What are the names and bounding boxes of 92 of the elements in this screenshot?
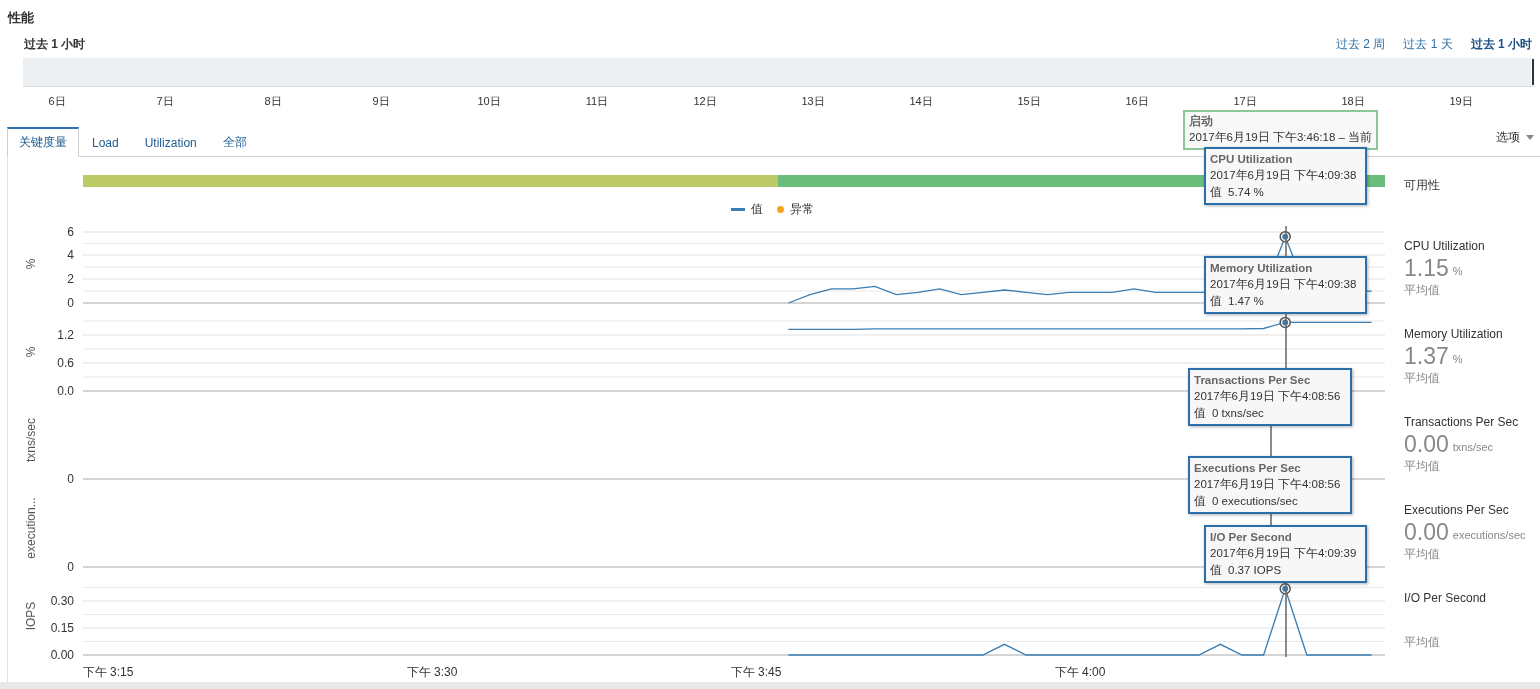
date-label: 14日: [909, 93, 933, 109]
date-label: 17日: [1233, 93, 1257, 109]
options-menu[interactable]: 选项: [1496, 122, 1540, 152]
date-label: 6日: [48, 93, 66, 109]
y-tick-label: 0.00: [50, 648, 74, 662]
tab[interactable]: Load: [79, 127, 132, 157]
metric-caption: 平均值: [1404, 370, 1441, 386]
metric-name: CPU Utilization: [1404, 238, 1486, 254]
y-tick-label: 0: [67, 472, 74, 486]
metric-name: Transactions Per Sec: [1404, 414, 1520, 430]
y-tick-label: 0.30: [50, 594, 74, 608]
tooltip-title: I/O Per Second: [1210, 530, 1293, 545]
metric-caption: 平均值: [1404, 458, 1441, 474]
tooltip-value: 0 txns/sec: [1212, 406, 1264, 421]
tab[interactable]: 关键度量: [7, 127, 79, 157]
axis-title: execution...: [24, 497, 38, 559]
tab[interactable]: Utilization: [131, 127, 210, 157]
date-label: 16日: [1125, 93, 1149, 109]
legend-label: 值: [750, 201, 763, 218]
availability-label: 可用性: [1404, 178, 1440, 192]
tooltip-text: 2017年6月19日 下午3:46:18 – 当前: [1189, 130, 1372, 145]
y-tick-label: 0.6: [57, 356, 74, 370]
tab[interactable]: 全部: [209, 127, 260, 157]
tooltip-title: Transactions Per Sec: [1194, 373, 1312, 388]
axis-title: txns/sec: [24, 418, 38, 462]
date-label: 10日: [477, 93, 501, 109]
tooltip-time: 2017年6月19日 下午4:08:56: [1194, 389, 1342, 404]
y-tick-label: 0: [67, 560, 74, 574]
metric-value: 1.37: [1404, 342, 1449, 370]
y-tick-label: 0: [67, 296, 74, 310]
tooltip-time: 2017年6月19日 下午4:09:38: [1210, 168, 1358, 183]
x-tick-label: 下午 3:30: [406, 665, 458, 679]
metric-name: Executions Per Sec: [1404, 502, 1510, 518]
y-tick-label: 0.15: [50, 621, 74, 635]
metric-unit: %: [1452, 352, 1463, 365]
tooltip-value: 5.74 %: [1228, 185, 1264, 200]
metric-caption: 平均值: [1404, 546, 1441, 562]
tooltip-value-label: 值: [1210, 563, 1222, 578]
tooltip-time: 2017年6月19日 下午4:09:38: [1210, 277, 1358, 292]
date-label: 12日: [693, 93, 717, 109]
tooltip-time: 2017年6月19日 下午4:08:56: [1194, 477, 1342, 492]
date-label: 7日: [156, 93, 174, 109]
metric-value: 0.00: [1404, 430, 1449, 458]
y-tick-label: 4: [67, 248, 74, 262]
date-label: 11日: [585, 93, 609, 109]
x-tick-label: 下午 3:45: [730, 665, 782, 679]
tooltip-title: 启动: [1189, 113, 1214, 129]
page-title: 性能: [8, 9, 35, 27]
metric-name: Memory Utilization: [1404, 326, 1504, 342]
y-tick-label: 2: [67, 272, 74, 286]
range-link[interactable]: 过去 2 周: [1335, 35, 1386, 53]
y-tick-label: 0.0: [57, 384, 74, 398]
y-tick-label: 1.2: [57, 328, 74, 342]
tooltip-time: 2017年6月19日 下午4:09:39: [1210, 546, 1358, 561]
metric-unit: %: [1452, 264, 1463, 277]
point-marker: [1279, 230, 1291, 243]
range-label: 过去 1 小时: [24, 35, 86, 53]
date-label: 13日: [801, 93, 825, 109]
tooltip-title: CPU Utilization: [1210, 152, 1294, 167]
legend-label: 异常: [789, 201, 814, 218]
axis-title: %: [24, 258, 38, 270]
date-label: 15日: [1017, 93, 1041, 109]
x-tick-label: 下午 4:00: [1054, 665, 1106, 679]
point-marker: [1279, 316, 1291, 329]
tooltip-value-label: 值: [1194, 494, 1206, 509]
metric-unit: txns/sec: [1452, 440, 1494, 453]
date-label: 9日: [372, 93, 390, 109]
tooltip-value: 0 executions/sec: [1212, 494, 1298, 509]
caret-icon: [1526, 134, 1534, 140]
tooltip-value-label: 值: [1210, 294, 1222, 309]
tooltip-value-label: 值: [1194, 406, 1206, 421]
metric-name: I/O Per Second: [1404, 590, 1488, 606]
date-label: 18日: [1341, 93, 1365, 109]
metric-unit: executions/sec: [1452, 528, 1526, 541]
x-tick-label: 下午 3:15: [82, 665, 134, 679]
tooltip-title: Memory Utilization: [1210, 261, 1314, 276]
range-handle[interactable]: [1531, 58, 1535, 86]
range-link[interactable]: 过去 1 天: [1403, 35, 1453, 53]
axis-title: %: [24, 346, 38, 358]
date-label: 8日: [264, 93, 282, 109]
tooltip-value: 1.47 %: [1228, 294, 1264, 309]
date-label: 19日: [1449, 93, 1473, 109]
y-tick-label: 6: [67, 225, 74, 239]
axis-title: IOPS: [24, 601, 38, 631]
metric-value: 1.15: [1404, 254, 1449, 282]
tooltip-value: 0.37 IOPS: [1228, 563, 1282, 578]
tooltip-title: Executions Per Sec: [1194, 461, 1302, 476]
metric-caption: 平均值: [1404, 282, 1441, 298]
metric-caption: 平均值: [1404, 634, 1441, 650]
tooltip-value-label: 值: [1210, 185, 1222, 200]
metric-value: 0.00: [1404, 518, 1449, 546]
range-link[interactable]: 过去 1 小时: [1470, 35, 1532, 53]
